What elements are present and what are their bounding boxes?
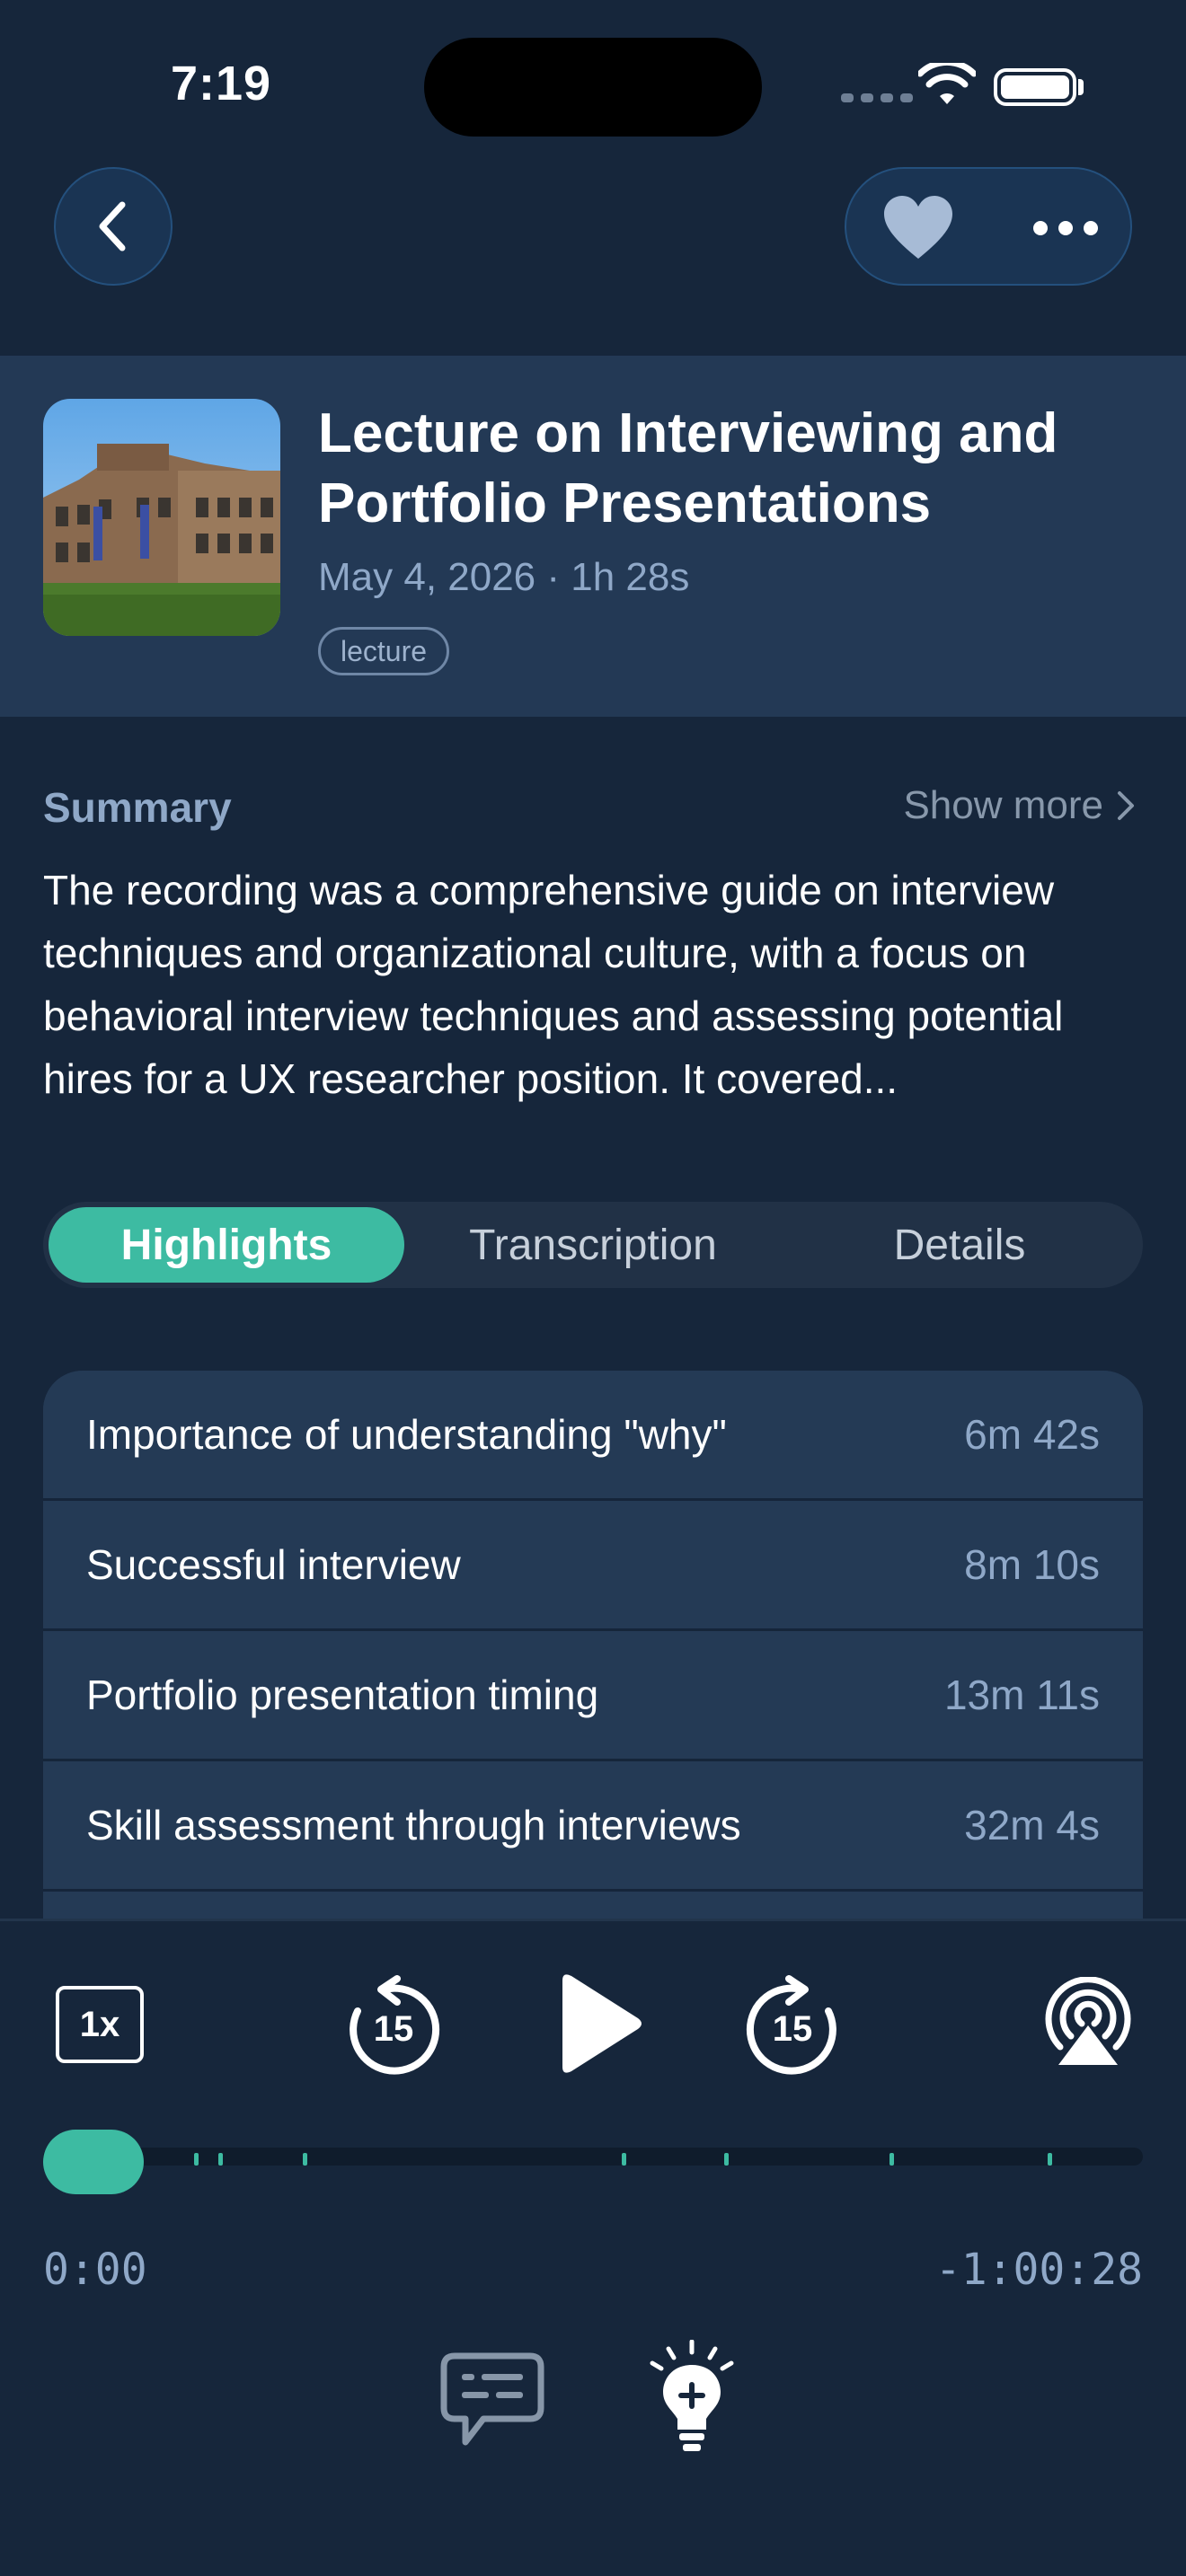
play-button[interactable]: [555, 1972, 645, 2076]
chevron-left-icon: [99, 201, 126, 251]
highlight-title: Portfolio presentation timing: [86, 1672, 599, 1718]
playback-speed-button[interactable]: 1x: [56, 1986, 144, 2063]
recording-tag[interactable]: lecture: [318, 627, 450, 675]
highlight-marker: [194, 2153, 199, 2166]
chat-bubble-icon: [440, 2352, 544, 2446]
heart-icon[interactable]: [882, 194, 954, 262]
recording-detail-screen: 7:19 Lecture on Interviewing and Portfol…: [0, 0, 1186, 2576]
highlight-title: Skill assessment through interviews: [86, 1802, 741, 1848]
tab-highlights[interactable]: Highlights: [49, 1207, 404, 1283]
list-item[interactable]: Skill assessment through interviews 32m …: [43, 1761, 1143, 1892]
lightbulb-plus-icon: [650, 2339, 734, 2451]
summary-text: The recording was a comprehensive guide …: [43, 867, 1064, 1102]
recording-meta: May 4, 2026 · 1h 28s: [318, 555, 690, 599]
battery-icon: [994, 68, 1076, 106]
highlight-title: Successful interview: [86, 1541, 461, 1588]
recording-header: Lecture on Interviewing and Portfolio Pr…: [0, 356, 1186, 717]
highlight-time: 13m 11s: [943, 1672, 1100, 1718]
action-pill: [845, 167, 1132, 286]
list-item[interactable]: Successful interview 8m 10s: [43, 1501, 1143, 1631]
highlight-marker: [218, 2153, 223, 2166]
show-more-button[interactable]: Show more: [903, 783, 1136, 828]
highlights-list: Importance of understanding "why" 6m 42s…: [43, 1371, 1143, 1920]
skip-back-button[interactable]: 15: [345, 1975, 442, 2076]
audio-player: 1x 15 15 0:00 -1:00:28: [0, 1919, 1186, 2576]
highlight-marker: [724, 2153, 729, 2166]
airplay-button[interactable]: [1039, 1976, 1137, 2067]
more-dot: [1058, 221, 1073, 235]
highlight-marker: [890, 2153, 894, 2166]
add-highlight-button[interactable]: [647, 2339, 737, 2455]
highlight-marker: [1048, 2153, 1052, 2166]
highlight-marker: [303, 2153, 307, 2166]
highlight-time: 8m 10s: [964, 1541, 1100, 1588]
remaining-time: -1:00:28: [934, 2245, 1143, 2295]
list-item-partial[interactable]: [43, 1892, 1143, 1920]
dynamic-island: [424, 38, 762, 137]
battery-cap: [1078, 79, 1084, 95]
highlight-time: 6m 42s: [964, 1411, 1100, 1458]
cellular-signal-icon: [841, 93, 913, 102]
recording-thumbnail: [43, 399, 280, 636]
progress-track[interactable]: [43, 2148, 1143, 2166]
recording-title: Lecture on Interviewing and Portfolio Pr…: [318, 402, 1058, 534]
progress-thumb[interactable]: [43, 2130, 144, 2194]
elapsed-time: 0:00: [43, 2245, 147, 2295]
more-dot: [1033, 221, 1048, 235]
highlight-marker: [622, 2153, 626, 2166]
highlight-time: 32m 4s: [964, 1802, 1100, 1848]
back-button[interactable]: [54, 167, 173, 286]
wifi-icon: [918, 63, 976, 104]
status-time: 7:19: [171, 57, 272, 110]
skip-forward-button[interactable]: 15: [744, 1975, 841, 2076]
chevron-right-icon: [1118, 791, 1134, 820]
segmented-tabs: Highlights Transcription Details: [43, 1202, 1143, 1288]
summary-label: Summary: [43, 784, 232, 831]
skip-back-seconds: 15: [373, 2009, 414, 2049]
transcript-button[interactable]: [438, 2351, 546, 2451]
highlight-title: Importance of understanding "why": [86, 1411, 727, 1458]
airplay-icon: [1045, 1976, 1131, 2065]
play-icon: [562, 1974, 642, 2073]
skip-forward-seconds: 15: [772, 2009, 813, 2049]
show-more-label: Show more: [903, 783, 1103, 827]
tab-transcription[interactable]: Transcription: [404, 1207, 782, 1283]
more-options-button[interactable]: [1033, 221, 1098, 235]
tab-details[interactable]: Details: [782, 1207, 1137, 1283]
list-item[interactable]: Portfolio presentation timing 13m 11s: [43, 1631, 1143, 1761]
more-dot: [1084, 221, 1098, 235]
list-item[interactable]: Importance of understanding "why" 6m 42s: [43, 1371, 1143, 1501]
